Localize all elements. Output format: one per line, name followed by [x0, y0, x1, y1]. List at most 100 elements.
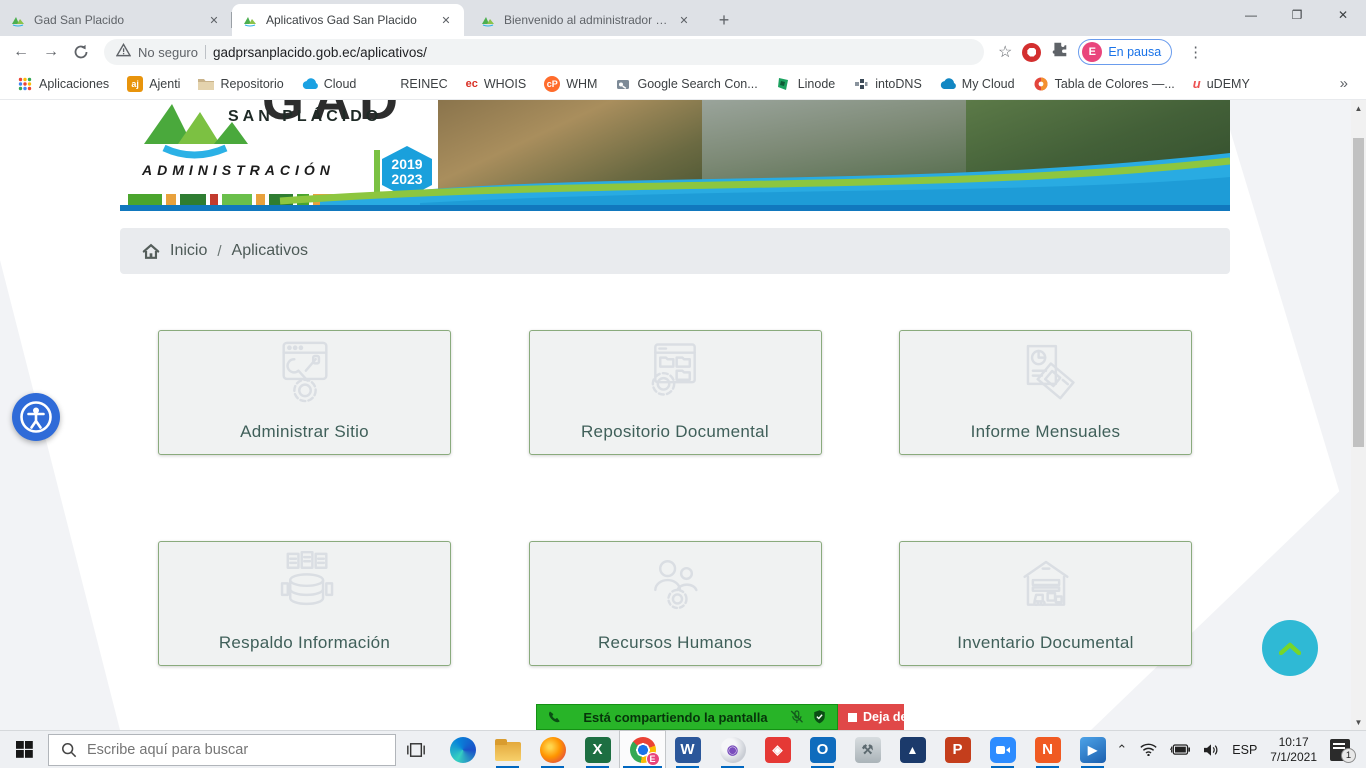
scroll-to-top-button[interactable]: [1262, 620, 1318, 676]
accessibility-widget-button[interactable]: [12, 393, 60, 441]
utility-app-button[interactable]: ⚒: [845, 731, 890, 768]
bookmark-whm[interactable]: cP WHM: [537, 73, 604, 95]
bookmark-linode[interactable]: Linode: [769, 73, 843, 95]
tile-label: Respaldo Información: [219, 633, 390, 653]
zoom-app-button[interactable]: [980, 731, 1025, 768]
notification-center-button[interactable]: 1: [1330, 739, 1356, 761]
wifi-icon[interactable]: [1140, 743, 1157, 756]
reload-button[interactable]: [68, 39, 94, 65]
start-button[interactable]: [0, 731, 48, 768]
search-console-icon: [615, 76, 631, 92]
tile-repositorio-documental[interactable]: Repositorio Documental: [529, 330, 822, 455]
minimize-button[interactable]: —: [1228, 0, 1274, 30]
close-button[interactable]: ✕: [1320, 0, 1366, 30]
bookmark-cloud[interactable]: Cloud: [295, 73, 364, 95]
home-icon[interactable]: [142, 243, 160, 260]
tile-recursos-humanos[interactable]: Recursos Humanos: [529, 541, 822, 666]
security-label[interactable]: No seguro: [138, 45, 198, 60]
page-scrollbar[interactable]: ▲ ▼: [1351, 100, 1366, 730]
stop-sharing-button[interactable]: Deja de: [838, 704, 904, 730]
scrollbar-thumb[interactable]: [1353, 138, 1364, 447]
media-player-app-button[interactable]: ▶: [1070, 731, 1115, 768]
red-diamond-app-button[interactable]: ◈: [755, 731, 800, 768]
scrollbar-down-arrow[interactable]: ▼: [1351, 714, 1366, 730]
extensions-puzzle-icon[interactable]: [1051, 41, 1068, 63]
bookmark-label: Aplicaciones: [39, 77, 109, 91]
nitro-app-button[interactable]: N: [1025, 731, 1070, 768]
tile-administrar-sitio[interactable]: Administrar Sitio: [158, 330, 451, 455]
tray-expand-chevron[interactable]: ⌃: [1116, 742, 1127, 758]
bookmark-whois[interactable]: ec WHOIS: [459, 74, 534, 94]
bookmark-reinec[interactable]: REINEC: [393, 74, 454, 94]
outlook-app-button[interactable]: O: [800, 731, 845, 768]
site-tools-icon: [264, 333, 346, 420]
file-explorer-app-button[interactable]: [485, 731, 530, 768]
scrollbar-up-arrow[interactable]: ▲: [1351, 100, 1366, 116]
bookmarks-overflow-chevron[interactable]: »: [1332, 75, 1356, 92]
site-header-banner: GAD SAN PLÁCIDO ADMINISTRACIÓN 2019 2023: [120, 100, 1230, 211]
tile-informe-mensuales[interactable]: Informe Mensuales: [899, 330, 1192, 455]
battery-icon[interactable]: [1170, 744, 1190, 756]
clock[interactable]: 10:17 7/1/2021: [1270, 735, 1317, 765]
speaker-icon[interactable]: [1203, 743, 1219, 757]
colors-icon: [1033, 76, 1049, 92]
bookmark-udemy[interactable]: u uDEMY: [1186, 73, 1257, 94]
not-secure-warning-icon: [116, 43, 131, 62]
firefox-app-button[interactable]: [530, 731, 575, 768]
ajenti-icon: aj: [127, 76, 143, 92]
tile-inventario-documental[interactable]: Inventario Documental: [899, 541, 1192, 666]
tab-gad-san-placido[interactable]: Gad San Placido ✕: [0, 4, 232, 36]
search-input[interactable]: [87, 742, 347, 758]
bookmark-my-cloud[interactable]: My Cloud: [933, 73, 1022, 95]
task-view-button[interactable]: [396, 731, 436, 768]
bookmark-repositorio[interactable]: Repositorio: [191, 73, 290, 95]
tile-label: Repositorio Documental: [581, 422, 769, 442]
site-favicon-icon: [242, 12, 258, 28]
maximize-button[interactable]: ❐: [1274, 0, 1320, 30]
tab-administrador[interactable]: Bienvenido al administrador de I ✕: [470, 4, 702, 36]
taskbar-search[interactable]: [48, 734, 396, 766]
wave-graphic: [120, 147, 1230, 205]
phone-icon: [547, 710, 562, 725]
intodns-icon: [853, 76, 869, 92]
share-status-section: Está compartiendo la pantalla: [536, 704, 838, 730]
bookmark-intodns[interactable]: intoDNS: [846, 73, 929, 95]
whois-icon: ec: [466, 78, 478, 90]
bookmark-star-icon[interactable]: ☆: [998, 42, 1012, 62]
word-icon: W: [675, 737, 701, 763]
forward-button[interactable]: →: [38, 39, 64, 65]
bookmark-search-console[interactable]: Google Search Con...: [608, 73, 764, 95]
language-indicator[interactable]: ESP: [1232, 743, 1257, 757]
excel-app-button[interactable]: X: [575, 731, 620, 768]
scan-app-button[interactable]: ▲: [890, 731, 935, 768]
tab-close-icon[interactable]: ✕: [676, 12, 692, 28]
back-button[interactable]: ←: [8, 39, 34, 65]
url-text[interactable]: gadprsanplacido.gob.ec/aplicativos/: [213, 45, 427, 60]
tile-respaldo-informacion[interactable]: Respaldo Información: [158, 541, 451, 666]
edge-app-button[interactable]: [440, 731, 485, 768]
bookmark-tabla-colores[interactable]: Tabla de Colores —...: [1026, 73, 1182, 95]
bookmarks-bar: Aplicaciones aj Ajenti Repositorio Cloud…: [0, 68, 1366, 100]
bookmark-aplicaciones[interactable]: Aplicaciones: [10, 73, 116, 95]
profile-button[interactable]: E En pausa: [1078, 39, 1172, 65]
breadcrumb-current: Aplicativos: [232, 242, 308, 260]
bookmark-ajenti[interactable]: aj Ajenti: [120, 73, 187, 95]
tab-close-icon[interactable]: ✕: [206, 12, 222, 28]
powerpoint-app-button[interactable]: P: [935, 731, 980, 768]
mic-muted-icon: [789, 709, 804, 725]
tab-close-icon[interactable]: ✕: [438, 12, 454, 28]
paint-app-button[interactable]: ◉: [710, 731, 755, 768]
browser-menu-icon[interactable]: ⋮: [1182, 43, 1209, 61]
tab-aplicativos[interactable]: Aplicativos Gad San Placido ✕: [232, 4, 464, 36]
bookmark-label: My Cloud: [962, 77, 1015, 91]
chrome-app-button[interactable]: E: [620, 731, 665, 768]
bookmark-label: WHOIS: [484, 77, 526, 91]
new-tab-button[interactable]: +: [710, 6, 738, 34]
sharing-message: Está compartiendo la pantalla: [570, 710, 781, 725]
breadcrumb-home[interactable]: Inicio: [170, 242, 207, 260]
windows-logo-icon: [16, 741, 33, 758]
adblock-extension-icon[interactable]: [1022, 43, 1041, 62]
address-bar[interactable]: No seguro gadprsanplacido.gob.ec/aplicat…: [104, 39, 984, 65]
word-app-button[interactable]: W: [665, 731, 710, 768]
bookmark-label: intoDNS: [875, 77, 922, 91]
